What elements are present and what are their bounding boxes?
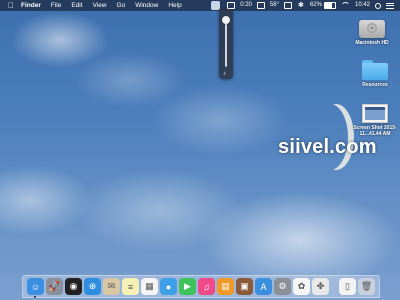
volume-slider-popover: ♪ [219, 9, 233, 79]
itunes-icon-glyph: ♫ [203, 281, 210, 292]
battery-indicator[interactable]: 62% [310, 0, 336, 11]
clock-text[interactable]: 10:42 [355, 0, 370, 11]
desktop-icon-resources[interactable]: Resources [345, 60, 400, 88]
menu-help[interactable]: Help [163, 0, 186, 11]
folder-icon [362, 60, 388, 80]
trash-icon[interactable]: 🗑 [358, 278, 375, 295]
photo-booth-icon[interactable]: ▣ [236, 278, 253, 295]
system-preferences-icon[interactable]: ⚙ [274, 278, 291, 295]
facetime-icon-glyph: ▶ [184, 281, 191, 291]
menu-bar-status: 0:20 58° ✱ 62% 10:42 [211, 0, 400, 11]
display-icon[interactable] [227, 2, 236, 9]
mail-icon[interactable]: ✉ [103, 278, 120, 295]
hard-drive-icon [359, 16, 385, 38]
photos-icon-glyph: ✿ [297, 281, 306, 291]
speaker-icon: ♪ [223, 71, 226, 77]
temperature-text[interactable]: 58° [270, 0, 279, 11]
desktop-icon-label: Macintosh HD [355, 40, 389, 46]
menu-finder[interactable]: Finder [16, 0, 46, 11]
menu-bar-left:  Finder File Edit View Go Window Help [0, 0, 187, 11]
battery-percent: 62% [309, 2, 322, 8]
messages-icon[interactable]: ● [160, 278, 177, 295]
itunes-icon[interactable]: ♫ [198, 278, 215, 295]
battery-icon [323, 2, 336, 9]
notes-icon[interactable]: ≡ [122, 278, 139, 295]
photos-icon[interactable]: ✿ [293, 278, 310, 295]
notes-icon-glyph: ≡ [127, 281, 134, 292]
volume-slider-knob[interactable] [222, 15, 230, 24]
safari-icon[interactable]: ⊕ [84, 278, 101, 295]
apple-icon[interactable]:  [6, 0, 16, 11]
bluetooth-icon[interactable]: ✱ [297, 2, 305, 10]
menu-file[interactable]: File [46, 0, 66, 11]
screenshot-file-icon [362, 104, 388, 123]
finder-icon[interactable]: ☺ [27, 278, 44, 298]
mail-icon-glyph: ✉ [107, 281, 116, 291]
finder-icon-glyph: ☺ [30, 281, 41, 292]
ibooks-icon-glyph: ▤ [221, 281, 230, 291]
desktop[interactable]:  Finder File Edit View Go Window Help 0… [0, 0, 400, 300]
ibooks-icon[interactable]: ▤ [217, 278, 234, 295]
notification-center-icon[interactable] [386, 2, 394, 9]
launchpad-icon[interactable]: 🚀 [46, 278, 63, 295]
app-store-icon-glyph: A [260, 281, 267, 292]
safari-icon-glyph: ⊕ [88, 281, 97, 291]
status-item-icon[interactable] [283, 2, 292, 9]
dock: ☺ 🚀 ◉ ⊕ ✉ ≡ ▦ ● ▶ ♫ ▤ ▣ A ⚙ ✿ ✤ ▯ 🗑 [22, 275, 380, 298]
facetime-icon[interactable]: ▶ [179, 278, 196, 295]
messages-icon-glyph: ● [165, 281, 172, 292]
document-stack-icon[interactable]: ▯ [339, 278, 356, 295]
sheep-icon[interactable]: ✤ [312, 278, 329, 295]
calendar-icon[interactable]: ▦ [141, 278, 158, 295]
desktop-icon-screen-shot[interactable]: Screen Shot 2015-11...41.44 AM [345, 104, 400, 137]
system-preferences-icon-glyph: ⚙ [278, 281, 287, 291]
desktop-icon-label: Resources [362, 82, 388, 88]
photo-booth-icon-glyph: ▣ [240, 281, 249, 291]
menu-edit[interactable]: Edit [66, 0, 87, 11]
sheep-icon-glyph: ✤ [316, 281, 325, 291]
calendar-icon-glyph: ▦ [145, 281, 154, 291]
spotlight-search-icon[interactable] [375, 2, 381, 9]
menu-view[interactable]: View [88, 0, 112, 11]
battery-fill [324, 3, 332, 8]
volume-slider-track[interactable] [225, 17, 227, 67]
app-store-icon[interactable]: A [255, 278, 272, 295]
trash-icon-glyph: 🗑 [360, 281, 373, 291]
timer-text[interactable]: 0:20 [240, 0, 252, 11]
document-stack-icon-glyph: ▯ [345, 281, 350, 291]
menu-go[interactable]: Go [112, 0, 131, 11]
wifi-icon[interactable] [340, 2, 350, 9]
menu-window[interactable]: Window [130, 0, 163, 11]
launchpad-icon-glyph: 🚀 [48, 281, 61, 291]
running-indicator [34, 296, 36, 298]
weather-icon[interactable] [256, 2, 265, 9]
dashboard-icon[interactable]: ◉ [65, 278, 82, 295]
desktop-icon-macintosh-hd[interactable]: Macintosh HD [342, 16, 400, 46]
menu-bar:  Finder File Edit View Go Window Help 0… [0, 0, 400, 11]
watermark-text: siivel.com [278, 136, 377, 158]
dashboard-icon-glyph: ◉ [69, 281, 78, 291]
